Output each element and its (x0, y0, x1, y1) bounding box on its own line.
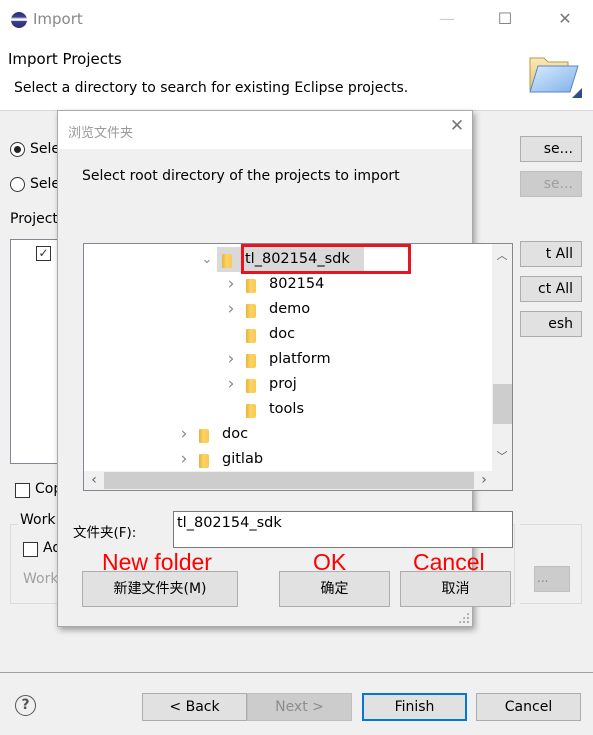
tree-item-label: platform (269, 351, 331, 367)
folder-icon (246, 329, 256, 343)
horizontal-scrollbar[interactable]: ‹ › (84, 471, 512, 490)
tree-item-label: proj (269, 376, 297, 392)
folder-tree[interactable]: › gitlab › doc tools › proj › platform doc › demo › 8… (83, 243, 513, 491)
chevron-right-icon[interactable]: › (224, 272, 238, 297)
select-working-set-button: ... (534, 566, 570, 592)
working-sets-field-label: Work (23, 571, 59, 587)
folder-icon (246, 379, 256, 393)
vertical-scroll-thumb[interactable] (493, 384, 512, 424)
chevron-right-icon[interactable]: › (177, 422, 191, 447)
folder-label: 文件夹(F): (73, 525, 137, 541)
folder-input[interactable]: tl_802154_sdk (173, 511, 513, 548)
chevron-right-icon[interactable]: › (177, 447, 191, 472)
window-title: Import (33, 10, 83, 28)
working-sets-group-right (520, 524, 582, 604)
cancel-button[interactable]: Cancel (476, 693, 581, 721)
tree-item-label: gitlab (222, 451, 264, 467)
tree-item[interactable]: › proj (84, 372, 484, 397)
tree-item[interactable]: › doc (84, 422, 484, 447)
dialog-cancel-button[interactable]: 取消 (400, 571, 511, 607)
resize-grip[interactable] (458, 612, 469, 623)
footer-separator (0, 672, 593, 673)
working-sets-label: Work (18, 512, 58, 528)
dialog-close-button[interactable]: ✕ (447, 116, 467, 136)
tree-item-label: doc (222, 426, 249, 442)
folder-icon (246, 354, 256, 368)
folder-icon (246, 304, 256, 318)
horizontal-scroll-thumb[interactable] (104, 472, 474, 489)
vertical-scrollbar[interactable]: ︿ ﹀ (492, 244, 512, 474)
deselect-all-button[interactable]: ct All (520, 276, 582, 302)
page-title: Import Projects (8, 50, 122, 68)
folder-icon (222, 254, 232, 268)
folder-icon (246, 404, 256, 418)
chevron-down-icon[interactable]: ⌄ (200, 247, 214, 272)
tree-item[interactable]: tools (84, 397, 484, 422)
tree-item-label: 802154 (269, 276, 325, 292)
tree-item-label: demo (269, 301, 311, 317)
chevron-right-icon[interactable]: › (224, 372, 238, 397)
scroll-left-icon[interactable]: ‹ (84, 471, 104, 489)
add-to-working-set-checkbox[interactable] (23, 542, 38, 557)
project-checkbox[interactable]: ✓ (36, 246, 51, 261)
copy-projects-checkbox[interactable] (15, 483, 30, 498)
select-archive-label: Sele (30, 176, 61, 192)
scroll-down-icon[interactable]: ﹀ (492, 448, 512, 466)
dialog-titlebar: 浏览文件夹 (58, 111, 472, 149)
maximize-button[interactable]: ☐ (485, 6, 525, 32)
refresh-button[interactable]: esh (520, 311, 582, 337)
folder-icon (246, 279, 256, 293)
tree-item[interactable]: › 802154 (84, 272, 484, 297)
wizard-header: Import Projects Select a directory to se… (0, 38, 593, 110)
tree-item[interactable]: doc (84, 322, 484, 347)
tree-item[interactable]: › platform (84, 347, 484, 372)
help-icon[interactable]: ? (15, 695, 36, 716)
finish-button[interactable]: Finish (362, 693, 467, 721)
projects-label: Project (10, 211, 58, 227)
projects-list[interactable]: ✓ (10, 239, 60, 464)
eclipse-icon (11, 12, 27, 28)
tree-item[interactable]: › gitlab (84, 447, 484, 472)
new-folder-button[interactable]: 新建文件夹(M) (82, 571, 238, 607)
select-root-radio[interactable] (10, 142, 25, 157)
browse-root-button[interactable]: se... (520, 136, 582, 162)
page-description: Select a directory to search for existin… (14, 80, 409, 96)
next-button: Next > (247, 693, 352, 721)
tree-item-label: tools (269, 401, 305, 417)
chevron-right-icon[interactable]: › (224, 347, 238, 372)
chevron-right-icon[interactable]: › (224, 297, 238, 322)
folder-icon (199, 454, 209, 468)
scroll-right-icon[interactable]: › (474, 471, 494, 489)
browse-archive-button: se... (520, 171, 582, 197)
minimize-button[interactable]: — (427, 6, 467, 32)
select-all-button[interactable]: t All (520, 241, 582, 267)
open-folder-icon (529, 57, 582, 98)
tree-item[interactable]: › demo (84, 297, 484, 322)
folder-icon (199, 429, 209, 443)
tree-item-label: doc (269, 326, 296, 342)
select-archive-radio[interactable] (10, 177, 25, 192)
dialog-title: 浏览文件夹 (68, 126, 134, 141)
highlight-annotation (241, 244, 411, 274)
dialog-prompt: Select root directory of the projects to… (82, 168, 400, 184)
window-titlebar: Import — ☐ ✕ (0, 0, 593, 38)
scroll-up-icon[interactable]: ︿ (492, 247, 512, 265)
select-root-label: Sele (30, 141, 61, 157)
browse-folder-dialog: 浏览文件夹 Select root directory of the proje… (57, 110, 513, 627)
close-button[interactable]: ✕ (545, 6, 585, 32)
ok-button[interactable]: 确定 (279, 571, 390, 607)
back-button[interactable]: < Back (142, 693, 247, 721)
